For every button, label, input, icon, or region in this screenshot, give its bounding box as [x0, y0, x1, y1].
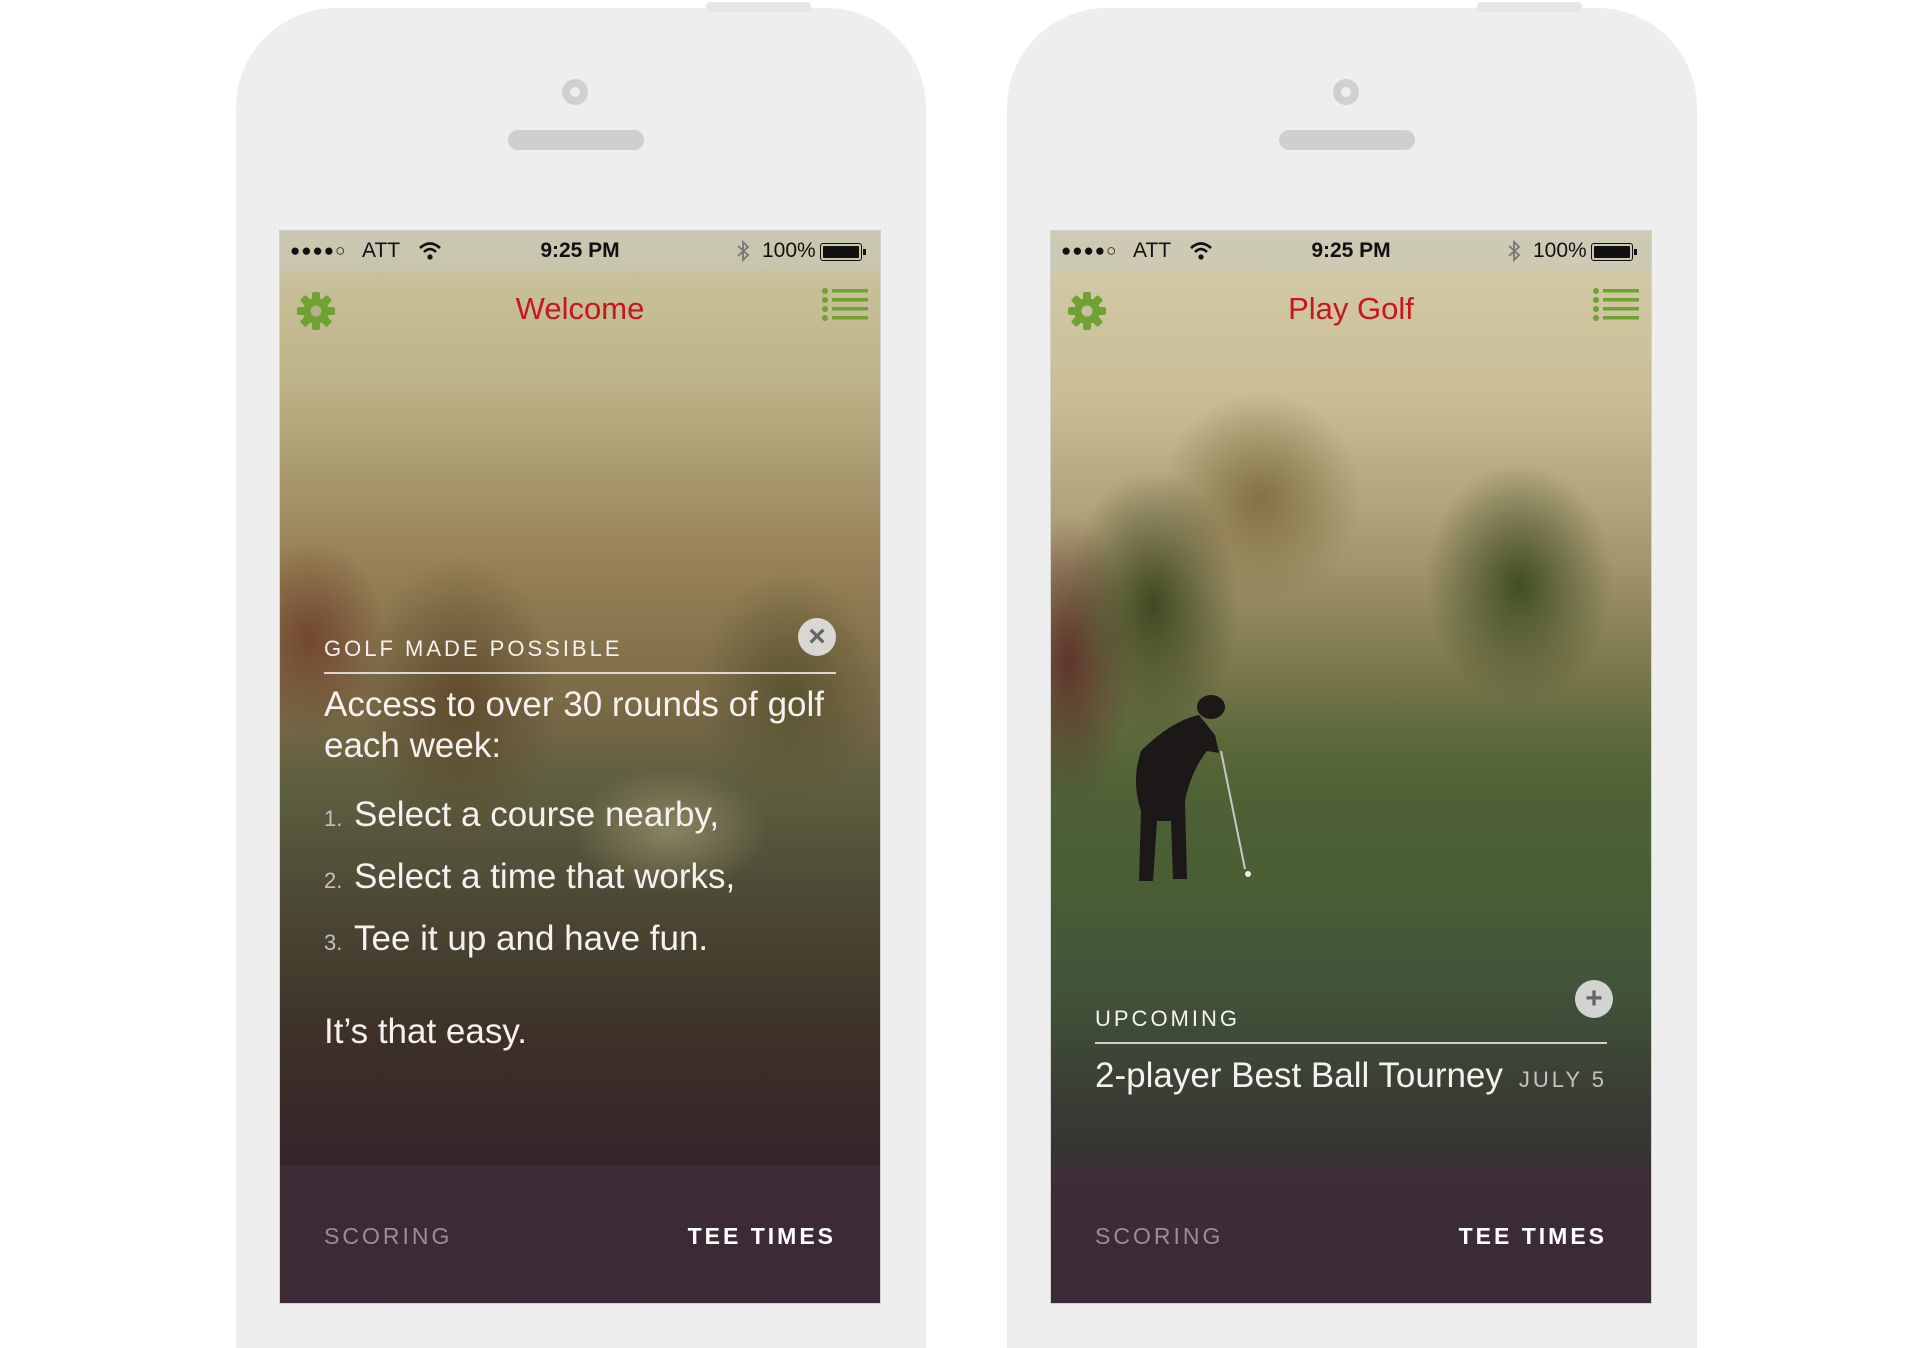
list-icon[interactable]: [1593, 287, 1639, 323]
earpiece-speaker: [1279, 130, 1415, 150]
event-name: 2-player Best Ball Tourney: [1095, 1056, 1503, 1095]
close-icon[interactable]: ×: [798, 618, 836, 656]
battery-percent: 100%: [1533, 239, 1587, 262]
tab-tee-times[interactable]: TEE TIMES: [1459, 1223, 1607, 1250]
event-date: JULY 5: [1518, 1067, 1607, 1092]
status-bar: ●●●●○ ATT 9:25 PM 100%: [1051, 231, 1651, 271]
play-golf-screen: ●●●●○ ATT 9:25 PM 100% Play Golf UPCOMIN…: [1050, 230, 1652, 1304]
status-bar: ●●●●○ ATT 9:25 PM 100%: [280, 231, 880, 271]
tab-scoring[interactable]: SCORING: [1095, 1223, 1223, 1250]
battery-icon: [820, 243, 866, 261]
tab-tee-times[interactable]: TEE TIMES: [688, 1223, 836, 1250]
tab-scoring[interactable]: SCORING: [324, 1223, 452, 1250]
card-lead-text: Access to over 30 rounds of golf each we…: [324, 685, 824, 765]
golf-made-possible-card: GOLF MADE POSSIBLE × Access to over 30 r…: [324, 618, 836, 1052]
step-number: 1.: [324, 806, 343, 831]
front-camera: [1333, 79, 1359, 105]
earpiece-speaker: [508, 130, 644, 150]
step-number: 2.: [324, 868, 343, 893]
battery-icon: [1591, 243, 1637, 261]
card-outro-text: It’s that easy.: [324, 1012, 527, 1051]
phone-top-button: [1477, 2, 1582, 12]
plus-icon[interactable]: +: [1575, 980, 1613, 1018]
step-item: 2. Select a time that works,: [324, 848, 836, 910]
nav-bar: Play Golf: [1051, 271, 1651, 351]
steps-list: 1. Select a course nearby, 2. Select a tim…: [324, 786, 836, 972]
nav-bar: Welcome: [280, 271, 880, 351]
tab-bar: SCORING TEE TIMES: [280, 1165, 880, 1303]
step-item: 1. Select a course nearby,: [324, 786, 836, 848]
bluetooth-icon: [1507, 239, 1521, 268]
card-eyebrow: UPCOMING: [1095, 1006, 1607, 1044]
card-eyebrow: GOLF MADE POSSIBLE: [324, 636, 836, 674]
step-text: Select a course nearby,: [354, 795, 720, 834]
list-icon[interactable]: [822, 287, 868, 323]
upcoming-event[interactable]: 2-player Best Ball Tourney JULY 5: [1095, 1056, 1607, 1096]
welcome-screen: ●●●●○ ATT 9:25 PM 100% Welcome GOLF MADE…: [279, 230, 881, 1304]
phone-welcome: ●●●●○ ATT 9:25 PM 100% Welcome GOLF MADE…: [236, 2, 926, 1348]
upcoming-card: UPCOMING + 2-player Best Ball Tourney JU…: [1095, 980, 1613, 1096]
front-camera: [562, 79, 588, 105]
battery-percent: 100%: [762, 239, 816, 262]
page-title: Welcome: [515, 291, 645, 326]
step-number: 3.: [324, 930, 343, 955]
tab-bar: SCORING TEE TIMES: [1051, 1165, 1651, 1303]
phone-top-button: [706, 2, 811, 12]
phone-play-golf: ●●●●○ ATT 9:25 PM 100% Play Golf UPCOMIN…: [1007, 2, 1697, 1348]
step-text: Select a time that works,: [354, 857, 736, 896]
step-item: 3. Tee it up and have fun.: [324, 910, 836, 972]
bluetooth-icon: [736, 239, 750, 268]
step-text: Tee it up and have fun.: [354, 919, 709, 958]
page-title: Play Golf: [1288, 291, 1414, 326]
golfer-silhouette: [1136, 695, 1251, 881]
